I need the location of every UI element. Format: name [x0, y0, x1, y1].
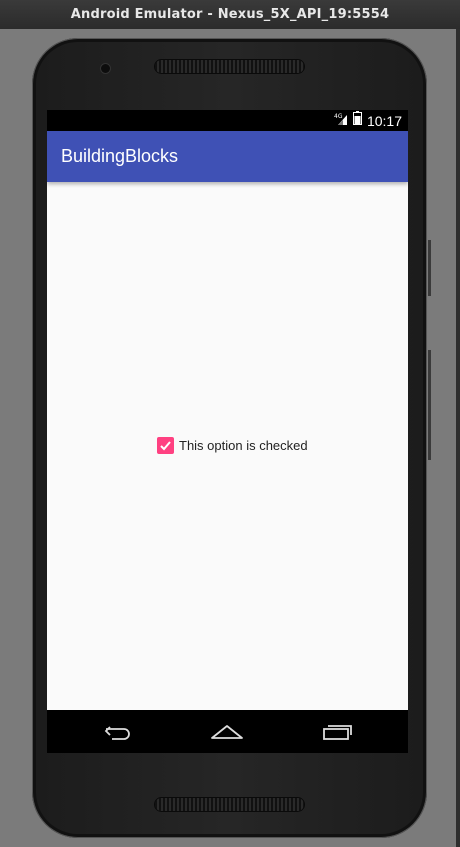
app-bar: BuildingBlocks: [47, 131, 408, 182]
bottom-speaker: [155, 798, 304, 811]
svg-text:4G: 4G: [334, 113, 343, 120]
signal-icon: 4G: [334, 112, 348, 130]
window-title: Android Emulator - Nexus_5X_API_19:5554: [70, 7, 390, 22]
option-checkbox[interactable]: This option is checked: [157, 437, 308, 454]
back-icon: [104, 725, 130, 740]
emulator-window: Android Emulator - Nexus_5X_API_19:5554 …: [0, 0, 460, 847]
window-edge: [456, 29, 460, 847]
nav-back-button[interactable]: [82, 710, 152, 753]
main-content: This option is checked: [47, 182, 408, 710]
volume-rocker[interactable]: [428, 350, 431, 460]
check-icon: [160, 441, 171, 451]
checkbox-box[interactable]: [157, 437, 174, 454]
power-button[interactable]: [428, 240, 431, 296]
app-title: BuildingBlocks: [61, 146, 179, 166]
nav-home-button[interactable]: [192, 710, 262, 753]
recents-icon: [323, 724, 352, 740]
home-icon: [211, 724, 243, 739]
device-screen: 4G 10:17 BuildingBlocks This option is c…: [47, 110, 408, 753]
earpiece-speaker: [155, 60, 304, 73]
status-time: 10:17: [366, 112, 402, 129]
navigation-bar: [47, 710, 408, 753]
status-bar: 4G 10:17: [47, 110, 408, 131]
window-titlebar[interactable]: Android Emulator - Nexus_5X_API_19:5554: [0, 0, 460, 29]
status-icons: 4G 10:17: [334, 110, 402, 131]
battery-icon: [352, 111, 362, 130]
checkbox-label: This option is checked: [179, 438, 308, 453]
front-camera: [101, 64, 110, 73]
nav-recents-button[interactable]: [303, 710, 373, 753]
